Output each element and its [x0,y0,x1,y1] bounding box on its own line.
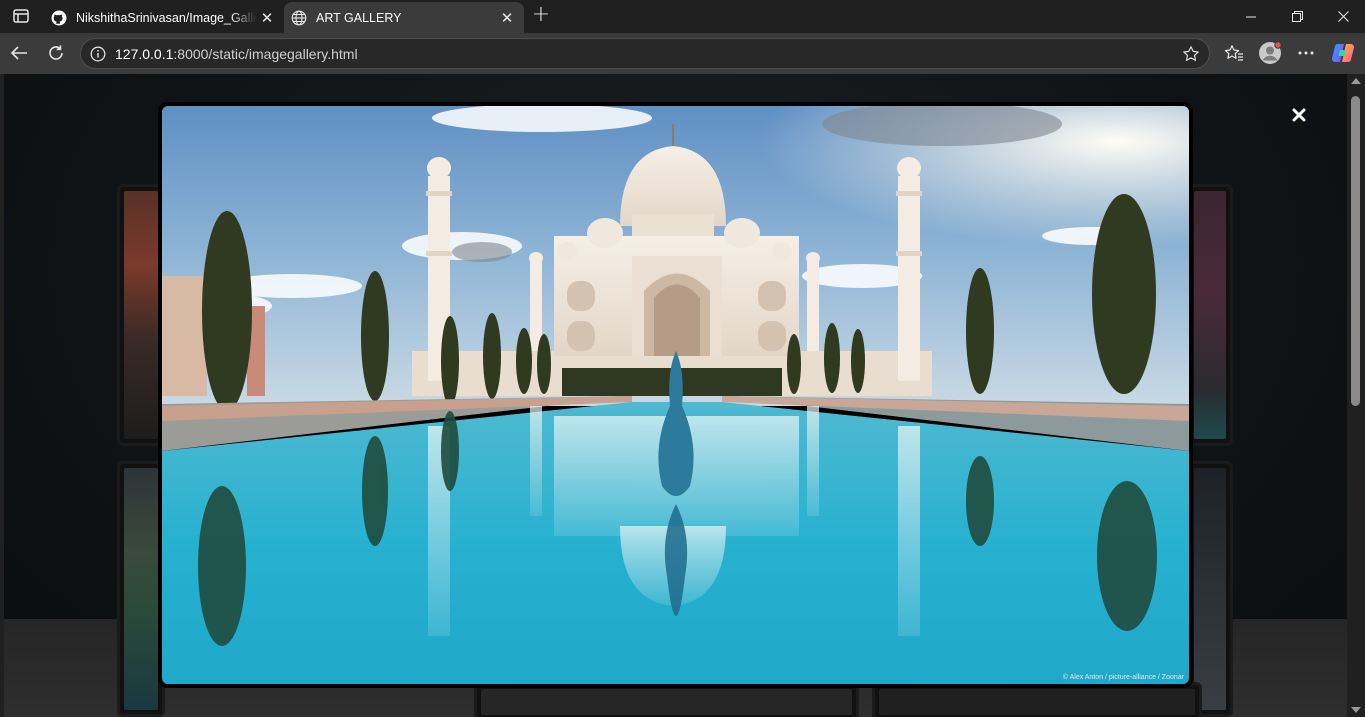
globe-icon [291,10,307,26]
page-scrollbar[interactable] [1347,74,1365,717]
back-button[interactable] [5,39,33,67]
tab-art-gallery[interactable]: ART GALLERY ✕ [284,2,524,33]
tab-title: NikshithaSrinivasan/Image_Gallery [76,10,257,25]
gallery-image [124,468,158,710]
close-icon [1292,108,1306,122]
restore-icon [1291,11,1303,22]
tab-close-button[interactable]: ✕ [257,8,277,28]
tab-actions-button[interactable] [8,5,34,27]
window-close-button[interactable] [1320,0,1365,33]
lightbox-modal: © Alex Anton / picture-alliance / Zoonar [158,102,1193,688]
site-info-icon[interactable] [89,45,107,63]
profile-button[interactable] [1256,39,1284,67]
settings-menu-button[interactable] [1292,39,1320,67]
tab-github[interactable]: NikshithaSrinivasan/Image_Gallery ✕ [44,2,284,33]
photo-credit: © Alex Anton / picture-alliance / Zoonar [1062,674,1184,681]
gallery-card[interactable] [1187,184,1233,446]
back-arrow-icon [10,46,27,60]
tab-actions-icon [13,9,29,23]
close-icon: ✕ [500,8,514,27]
lightbox-close-button[interactable] [1288,104,1310,126]
url-path: :8000/static/imagegallery.html [173,46,358,62]
close-icon: ✕ [260,8,274,27]
restore-button[interactable] [1274,0,1320,33]
plus-icon: + [531,2,551,27]
gallery-card[interactable] [1187,461,1233,717]
gallery-image [1194,191,1226,439]
favorites-button[interactable] [1220,39,1248,67]
tab-title: ART GALLERY [316,10,402,25]
favorites-icon [1224,45,1243,61]
gallery-image [1194,468,1226,710]
new-tab-button[interactable]: + [530,2,552,27]
reload-icon [49,45,63,60]
tab-strip: NikshithaSrinivasan/Image_Gallery ✕ ART … [0,0,1365,33]
github-icon [51,10,67,26]
browser-toolbar: 127.0.0.1:8000/static/imagegallery.html [0,33,1365,74]
address-bar[interactable]: 127.0.0.1:8000/static/imagegallery.html [80,38,1210,69]
scroll-up-arrow-icon[interactable] [1351,78,1361,84]
gallery-image [879,689,1195,715]
url-text: 127.0.0.1:8000/static/imagegallery.html [115,46,358,62]
more-icon [1298,51,1314,55]
minimize-button[interactable] [1228,0,1274,33]
lightbox-image: © Alex Anton / picture-alliance / Zoonar [162,106,1189,684]
avatar-icon [1259,41,1282,64]
gallery-image [124,191,158,439]
tab-close-button[interactable]: ✕ [497,8,517,28]
reload-button[interactable] [42,39,70,67]
close-icon [1337,11,1349,22]
copilot-button[interactable] [1329,39,1357,67]
copilot-icon [1331,43,1355,63]
taj-mahal-image [162,106,1189,684]
scrollbar-thumb[interactable] [1351,96,1360,406]
gallery-image [481,689,852,715]
add-favorite-button[interactable] [1181,44,1201,64]
scroll-down-arrow-icon[interactable] [1351,707,1361,713]
url-host: 127.0.0.1 [115,46,174,62]
star-icon [1183,46,1199,61]
minimize-icon [1246,16,1256,17]
